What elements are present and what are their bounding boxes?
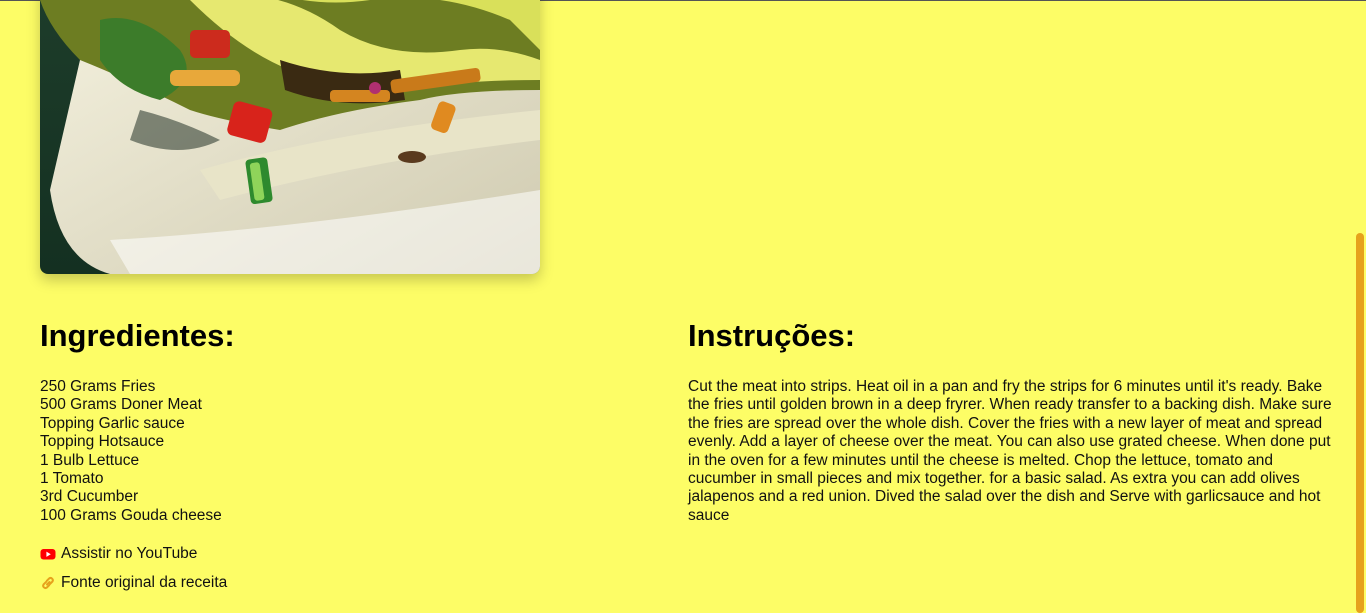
youtube-icon (40, 546, 56, 562)
ingredient-item: Topping Hotsauce (40, 433, 165, 451)
ingredients-heading: Ingredientes: (40, 318, 235, 353)
youtube-link[interactable]: Assistir no YouTube (40, 545, 640, 563)
ingredient-list: 250 Grams Fries 500 Grams Doner Meat Top… (40, 378, 640, 525)
ingredient-item: 100 Grams Gouda cheese (40, 506, 222, 524)
ingredient-item: 500 Grams Doner Meat (40, 396, 202, 414)
ingredients-section: Ingredientes: 250 Grams Fries 500 Grams … (40, 318, 640, 592)
recipe-photo (40, 0, 540, 274)
source-link[interactable]: Fonte original da receita (40, 574, 640, 592)
link-icon (40, 575, 56, 591)
youtube-link-label: Assistir no YouTube (61, 545, 198, 563)
ingredient-item: 1 Bulb Lettuce (40, 451, 140, 469)
source-link-label: Fonte original da receita (61, 574, 228, 592)
instructions-heading: Instruções: (688, 318, 856, 353)
scrollbar-thumb[interactable] (1356, 233, 1364, 613)
ingredient-item: Topping Garlic sauce (40, 414, 185, 432)
instructions-section: Instruções: Cut the meat into strips. He… (688, 318, 1333, 525)
ingredient-item: 3rd Cucumber (40, 488, 139, 506)
ingredient-item: 250 Grams Fries (40, 378, 156, 395)
ingredient-item: 1 Tomato (40, 470, 104, 488)
instructions-text: Cut the meat into strips. Heat oil in a … (688, 378, 1332, 524)
